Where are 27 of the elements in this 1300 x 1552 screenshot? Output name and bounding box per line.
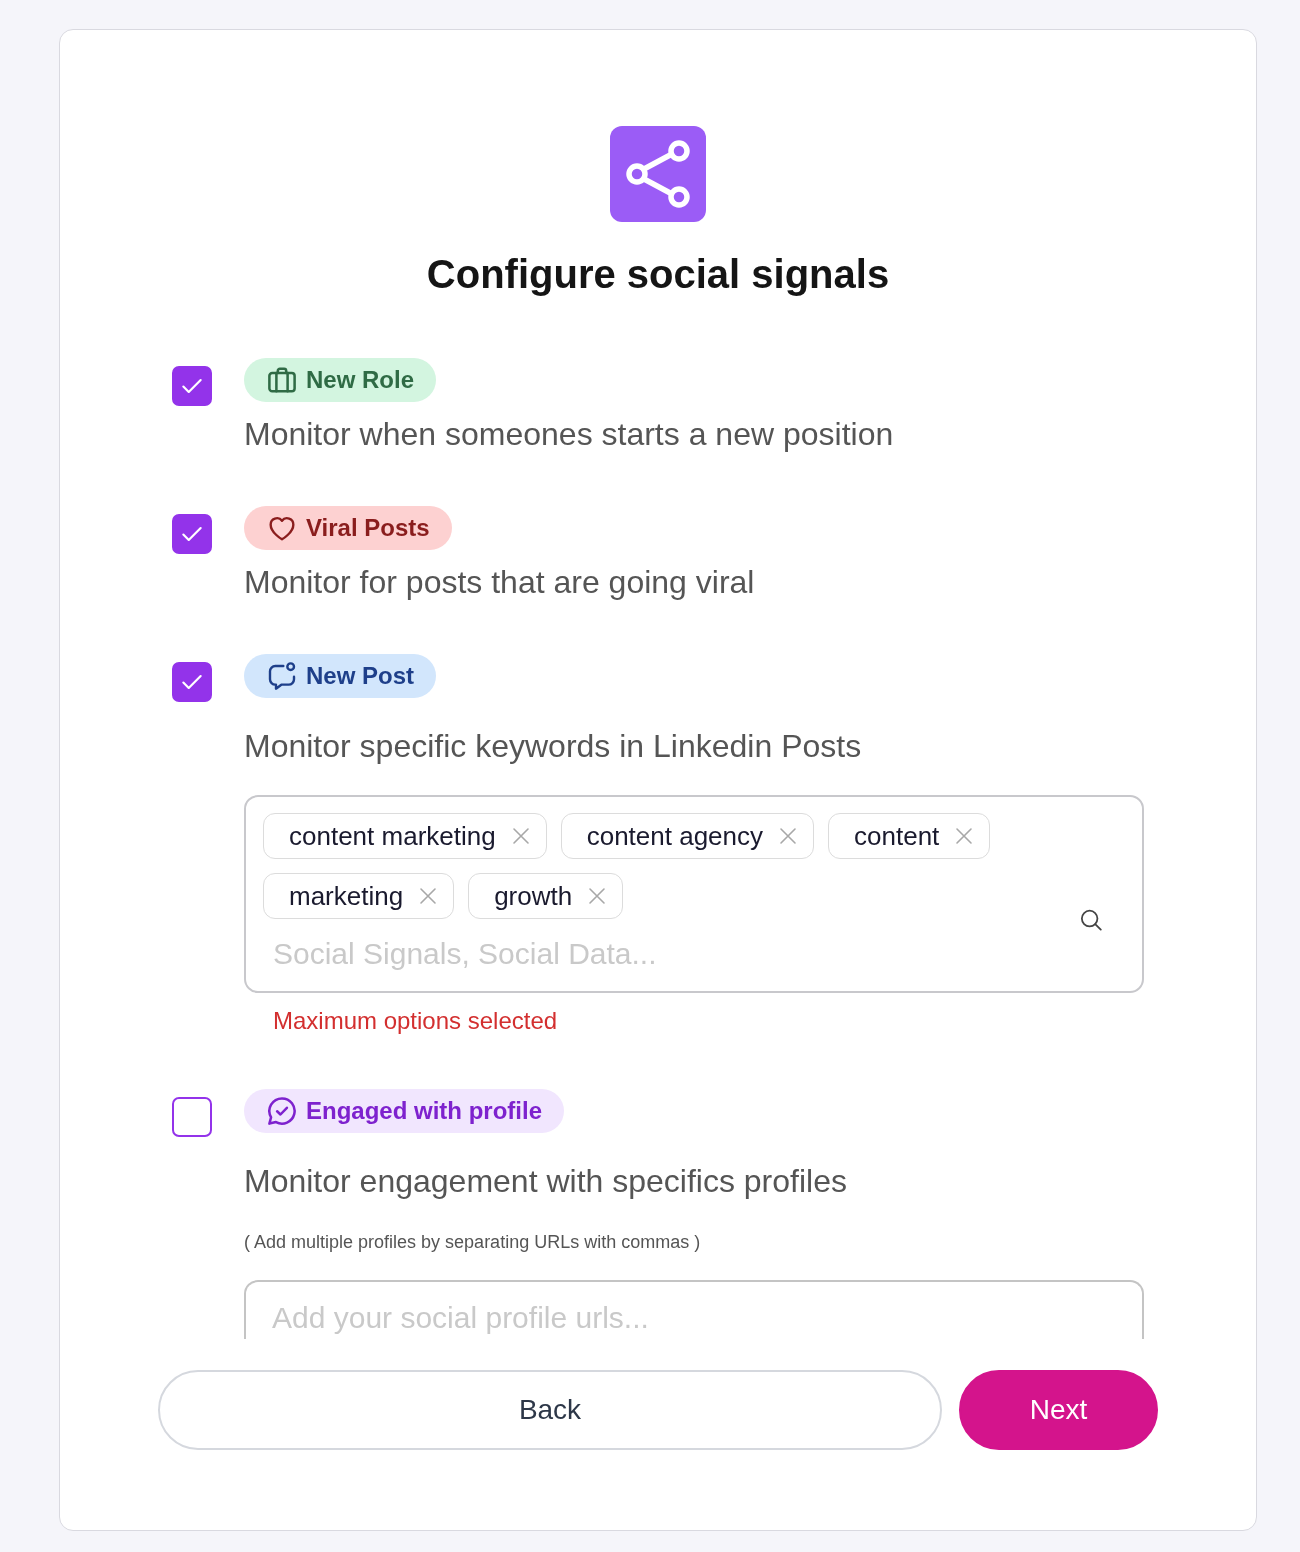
signal-description: Monitor specific keywords in Linkedin Posts bbox=[244, 727, 862, 766]
chip-label: content bbox=[854, 819, 940, 853]
chip-label: content marketing bbox=[289, 819, 496, 853]
tag-label: Engaged with profile bbox=[306, 1096, 542, 1126]
signal-description: Monitor for posts that are going viral bbox=[244, 563, 755, 602]
chip-label: growth bbox=[494, 879, 573, 913]
signal-description: Monitor engagement with specifics profiles bbox=[244, 1162, 847, 1201]
signal-description: Monitor when someones starts a new position bbox=[244, 415, 894, 454]
chat-bubble-icon bbox=[268, 662, 296, 690]
checkbox[interactable] bbox=[172, 366, 212, 406]
chip-label: content agency bbox=[586, 819, 764, 853]
chat-check-icon bbox=[268, 1097, 296, 1125]
checkbox[interactable] bbox=[172, 1097, 212, 1137]
share-icon bbox=[610, 126, 706, 222]
tag-label: New Role bbox=[306, 365, 415, 395]
error-message: Maximum options selected bbox=[273, 1006, 558, 1036]
chip-label: marketing bbox=[289, 879, 404, 913]
back-button[interactable]: Back bbox=[158, 1370, 942, 1450]
heart-icon bbox=[268, 514, 296, 542]
hint-text: ( Add multiple profiles by separating URLs with commas ) bbox=[244, 1231, 701, 1254]
tag-label: Viral Posts bbox=[306, 513, 430, 543]
briefcase-icon bbox=[268, 366, 296, 394]
checkbox[interactable] bbox=[172, 662, 212, 702]
next-button[interactable]: Next bbox=[959, 1370, 1158, 1450]
checkbox[interactable] bbox=[172, 514, 212, 554]
page-title: Configure social signals bbox=[426, 251, 890, 298]
tag-label: New Post bbox=[306, 661, 415, 691]
